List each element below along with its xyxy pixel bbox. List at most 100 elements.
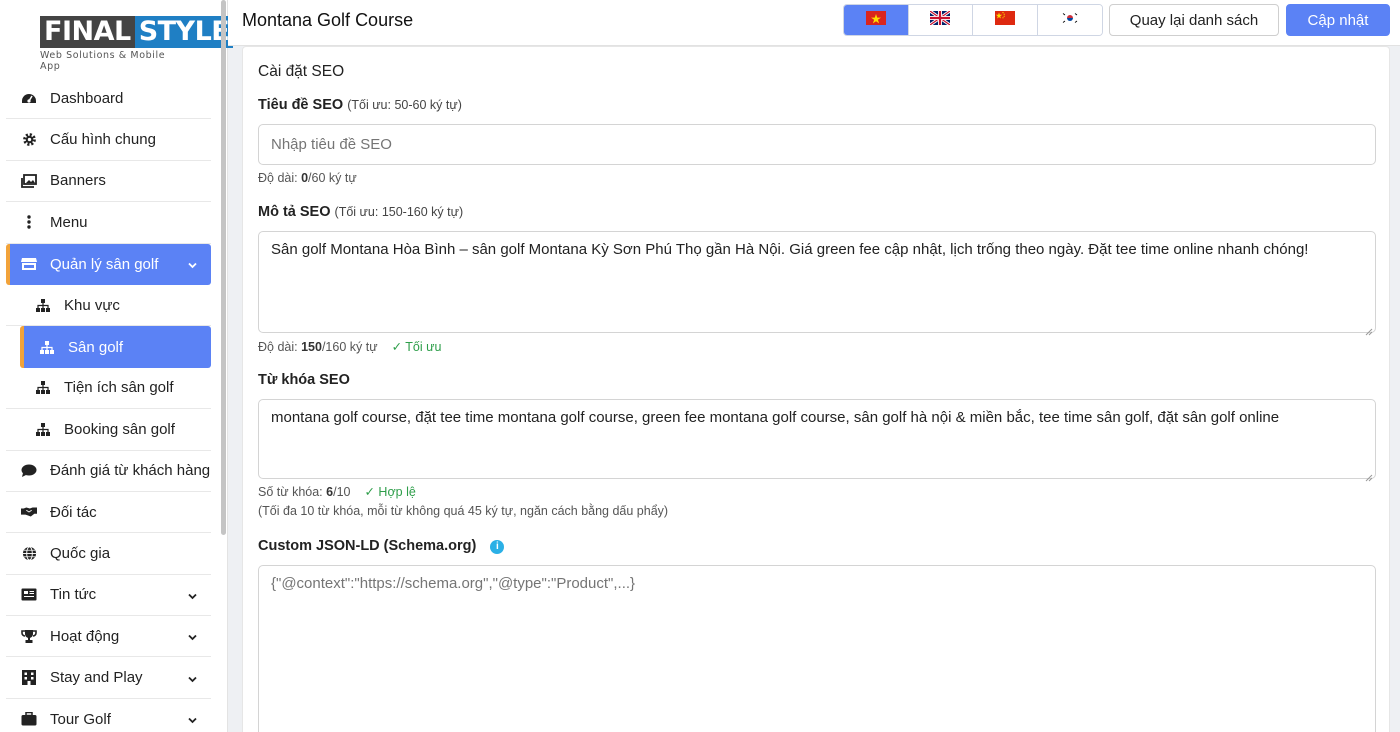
- desc-length-count: 150: [301, 340, 322, 354]
- sidebar-item-area[interactable]: Khu vực: [6, 285, 211, 327]
- seo-description-textarea[interactable]: Sân golf Montana Hòa Bình – sân golf Mon…: [258, 231, 1376, 336]
- sitemap-icon: [35, 380, 51, 396]
- comment-icon: [21, 463, 37, 479]
- seo-keywords-label-text: Từ khóa SEO: [258, 372, 350, 388]
- section-title: Cài đặt SEO: [258, 63, 345, 80]
- sidebar-scrollbar[interactable]: [221, 0, 226, 535]
- logo-text-style: STYLE: [134, 16, 234, 48]
- seo-description-label: Mô tả SEO (Tối ưu: 150-160 ký tự): [258, 204, 463, 220]
- sidebar-item-label: Menu: [50, 213, 88, 231]
- seo-keywords-textarea[interactable]: montana golf course, đặt tee time montan…: [258, 399, 1376, 482]
- back-to-list-button[interactable]: Quay lại danh sách: [1109, 4, 1279, 36]
- chevron-down-icon: [188, 711, 197, 728]
- flag-uk-icon: [929, 9, 952, 30]
- suitcase-icon: [21, 711, 37, 727]
- language-tab-vi[interactable]: [844, 5, 909, 35]
- info-icon[interactable]: i: [490, 540, 505, 554]
- sidebar-item-label: Stay and Play: [50, 669, 143, 687]
- sidebar-item-stay-and-play[interactable]: Stay and Play: [6, 657, 211, 699]
- resize-handle-icon[interactable]: [1365, 322, 1373, 336]
- sidebar-item-partners[interactable]: Đối tác: [6, 492, 211, 534]
- sitemap-icon: [35, 421, 51, 437]
- sidebar: FINAL STYLE Web Solutions & Mobile App D…: [0, 0, 234, 732]
- chevron-down-icon: [188, 586, 197, 603]
- desc-length-suffix: /160 ký tự: [321, 340, 378, 354]
- seo-description-label-text: Mô tả SEO: [258, 204, 331, 220]
- sidebar-item-countries[interactable]: Quốc gia: [6, 533, 211, 575]
- title-length-suffix: /60 ký tự: [308, 171, 357, 185]
- seo-keywords-note: (Tối đa 10 từ khóa, mỗi từ không quá 45 …: [258, 504, 669, 518]
- flag-vietnam-icon: [865, 10, 886, 30]
- kw-count-suffix: /10: [333, 485, 351, 499]
- sitemap-icon: [35, 297, 51, 313]
- sidebar-item-label: Sân golf: [68, 338, 124, 356]
- trophy-icon: [21, 628, 37, 644]
- seo-description-value: Sân golf Montana Hòa Bình – sân golf Mon…: [271, 241, 1309, 258]
- seo-description-hint: (Tối ưu: 150-160 ký tự): [334, 205, 464, 219]
- flag-korea-icon: [1059, 10, 1080, 30]
- store-icon: [21, 256, 37, 272]
- sidebar-item-banners[interactable]: Banners: [6, 161, 211, 203]
- language-switcher: [843, 4, 1103, 36]
- language-tab-en[interactable]: [908, 5, 973, 35]
- sidebar-item-label: Tour Golf: [50, 710, 111, 728]
- jsonld-label-text: Custom JSON-LD (Schema.org): [258, 538, 477, 554]
- sidebar-item-label: Hoạt động: [50, 627, 120, 645]
- handshake-icon: [21, 504, 37, 520]
- sidebar-item-label: Đánh giá từ khách hàng: [50, 462, 211, 480]
- sidebar-item-tour-golf[interactable]: Tour Golf: [6, 699, 211, 732]
- desc-status-badge: ✓ Tối ưu: [391, 340, 442, 354]
- jsonld-label: Custom JSON-LD (Schema.org) i: [258, 538, 505, 554]
- seo-title-label-text: Tiêu đề SEO: [258, 97, 344, 113]
- images-icon: [21, 173, 37, 189]
- brand-logo[interactable]: FINAL STYLE Web Solutions & Mobile App: [40, 16, 234, 72]
- seo-keywords-label: Từ khóa SEO: [258, 372, 350, 388]
- sidebar-item-label: Khu vực: [64, 296, 120, 314]
- gauge-icon: [21, 90, 37, 106]
- update-button[interactable]: Cập nhật: [1286, 4, 1390, 36]
- sidebar-item-activities[interactable]: Hoạt động: [6, 616, 211, 658]
- kw-status-badge: ✓ Hợp lệ: [364, 485, 416, 499]
- sidebar-item-label: Banners: [50, 172, 106, 190]
- flag-china-icon: [994, 10, 1015, 30]
- globe-icon: [21, 545, 37, 561]
- seo-settings-panel: Cài đặt SEO Tiêu đề SEO (Tối ưu: 50-60 k…: [242, 46, 1390, 732]
- seo-keywords-value: montana golf course, đặt tee time montan…: [271, 409, 1280, 426]
- sidebar-item-label: Tiện ích sân golf: [64, 379, 174, 397]
- language-tab-zh[interactable]: [973, 5, 1038, 35]
- logo-text-final: FINAL: [40, 16, 135, 48]
- desc-length-prefix: Độ dài:: [258, 340, 302, 354]
- seo-description-length: Độ dài: 150/160 ký tự ✓ Tối ưu: [258, 339, 441, 354]
- chevron-down-icon: [188, 669, 197, 686]
- sidebar-nav: Dashboard Cấu hình chung Banners Menu Qu…: [6, 78, 211, 732]
- sidebar-item-golf-management[interactable]: Quản lý sân golf: [6, 243, 211, 285]
- title-length-prefix: Độ dài:: [258, 171, 302, 185]
- sidebar-item-label: Đối tác: [50, 503, 97, 521]
- seo-title-label: Tiêu đề SEO (Tối ưu: 50-60 ký tự): [258, 97, 462, 113]
- language-tab-ko[interactable]: [1037, 5, 1102, 35]
- chevron-down-icon: [188, 256, 197, 273]
- sidebar-item-dashboard[interactable]: Dashboard: [6, 78, 211, 120]
- sidebar-item-golf-amenities[interactable]: Tiện ích sân golf: [6, 368, 211, 410]
- sitemap-icon: [39, 339, 55, 355]
- sidebar-item-reviews[interactable]: Đánh giá từ khách hàng: [6, 451, 211, 492]
- sidebar-item-news[interactable]: Tin tức: [6, 575, 211, 617]
- seo-title-hint: (Tối ưu: 50-60 ký tự): [347, 98, 462, 112]
- dots-vertical-icon: [21, 214, 37, 230]
- kw-count-prefix: Số từ khóa:: [258, 485, 327, 499]
- sidebar-item-label: Booking sân golf: [64, 420, 175, 438]
- sidebar-item-label: Quốc gia: [50, 544, 111, 562]
- resize-handle-icon[interactable]: [1365, 468, 1373, 482]
- sidebar-item-label: Dashboard: [50, 89, 124, 107]
- sidebar-item-golf-courses[interactable]: Sân golf: [20, 326, 211, 368]
- seo-title-input[interactable]: [258, 124, 1376, 165]
- sidebar-item-general-config[interactable]: Cấu hình chung: [6, 119, 211, 161]
- title-length-count: 0: [301, 171, 309, 185]
- jsonld-textarea[interactable]: [258, 565, 1376, 732]
- gear-icon: [21, 132, 37, 148]
- newspaper-icon: [21, 587, 37, 603]
- sidebar-item-menu[interactable]: Menu: [6, 202, 211, 244]
- building-icon: [21, 670, 37, 686]
- sidebar-item-golf-booking[interactable]: Booking sân golf: [6, 409, 211, 451]
- sidebar-item-label: Tin tức: [50, 586, 97, 604]
